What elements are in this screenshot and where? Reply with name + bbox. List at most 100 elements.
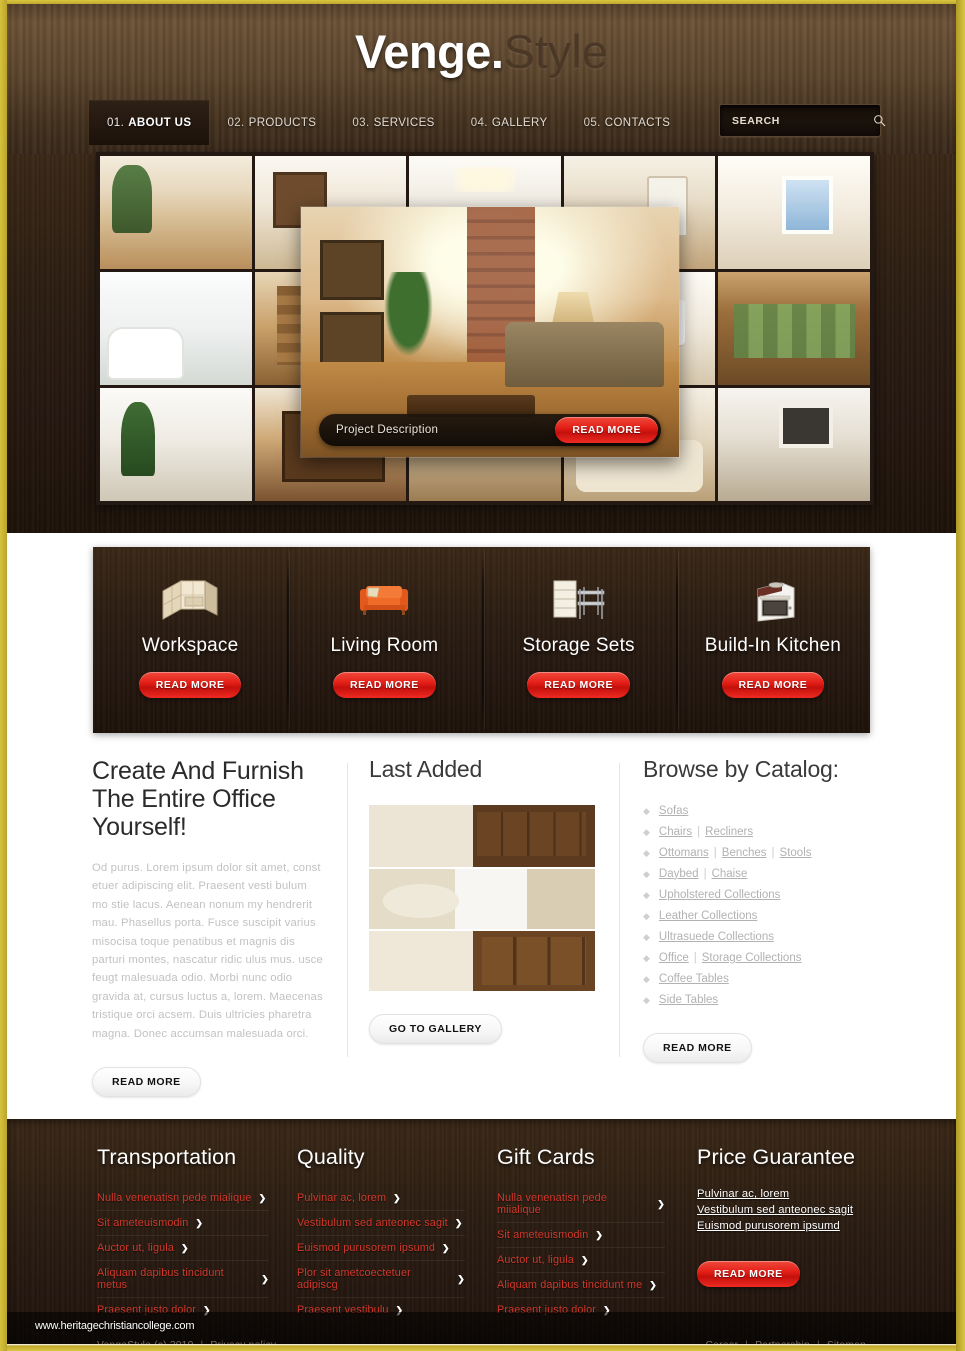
chevron-right-icon: ❯ <box>195 1217 204 1228</box>
nav-number: 01. <box>107 116 125 129</box>
category-card-workspace[interactable]: Workspace READ MORE <box>93 547 287 733</box>
catalog-read-more-button[interactable]: READ MORE <box>643 1032 752 1063</box>
slideshow-thumbnail[interactable] <box>100 388 252 501</box>
catalog-link[interactable]: Ultrasuede Collections <box>659 931 774 943</box>
hero-slideshow[interactable]: Project Description READ MORE <box>96 152 874 505</box>
link-separator: | <box>713 846 717 859</box>
slideshow-thumbnail[interactable] <box>100 272 252 385</box>
footer-link[interactable]: Euismod purusorem ipsumd <box>697 1218 887 1234</box>
category-card-build-in-kitchen[interactable]: Build-In Kitchen READ MORE <box>675 547 870 733</box>
category-card-living-room[interactable]: Living Room READ MORE <box>287 547 481 733</box>
nav-item-about-us[interactable]: 01. ABOUT US <box>89 100 210 145</box>
nav-item-services[interactable]: 03. SERVICES <box>334 100 452 145</box>
last-added-image[interactable] <box>369 868 595 929</box>
category-read-more-button[interactable]: READ MORE <box>721 672 825 698</box>
footer-link-career[interactable]: Career <box>706 1340 739 1344</box>
go-to-gallery-button[interactable]: GO TO GALLERY <box>369 1013 502 1044</box>
catalog-link[interactable]: Stools <box>780 847 812 859</box>
list-item[interactable]: ◆ Daybed | Chaise <box>643 864 871 885</box>
catalog-link[interactable]: Daybed <box>659 868 699 880</box>
slideshow-thumbnail[interactable] <box>718 272 870 385</box>
catalog-link[interactable]: Coffee Tables <box>659 973 729 985</box>
footer-link[interactable]: Pulvinar ac, lorem ❯ <box>297 1186 465 1212</box>
nav-item-gallery[interactable]: 04. GALLERY <box>453 100 566 145</box>
last-added-image[interactable] <box>369 930 595 991</box>
nav-item-contacts[interactable]: 05. CONTACTS <box>566 100 689 145</box>
footer-link[interactable]: Vestibulum sed anteonec sagit ❯ <box>297 1211 465 1237</box>
footer-link[interactable]: Aliquam dapibus tincidunt metus ❯ <box>97 1261 269 1299</box>
slide-read-more-button[interactable]: READ MORE <box>555 417 658 443</box>
footer-link-label: Euismod purusorem ipsumd <box>297 1242 436 1255</box>
catalog-link[interactable]: Ottomans <box>659 847 709 859</box>
nav-item-products[interactable]: 02. PRODUCTS <box>209 100 334 145</box>
chevron-right-icon: ❯ <box>457 1273 465 1284</box>
catalog-link[interactable]: Recliners <box>705 826 753 838</box>
list-item[interactable]: ◆ Leather Collections <box>643 906 871 927</box>
catalog-link[interactable]: Office <box>659 952 689 964</box>
list-item[interactable]: ◆ Side Tables <box>643 990 871 1011</box>
list-item[interactable]: ◆ Coffee Tables <box>643 969 871 990</box>
footer-link[interactable]: Nulla venenatisn pede mialique ❯ <box>97 1186 269 1212</box>
catalog-link[interactable]: Chaise <box>712 868 748 880</box>
footer-link[interactable]: Sit ameteuismodin ❯ <box>97 1211 269 1237</box>
shelving-rack-icon <box>548 569 610 627</box>
slideshow-thumbnail[interactable] <box>718 156 870 269</box>
search-icon <box>874 115 886 127</box>
catalog-link[interactable]: Benches <box>722 847 767 859</box>
list-item[interactable]: ◆ Chairs | Recliners <box>643 822 871 843</box>
main-navigation[interactable]: 01. ABOUT US 02. PRODUCTS 03. SERVICES 0… <box>89 100 688 145</box>
footer-link-partnership[interactable]: Partnership <box>755 1340 810 1344</box>
footer-link[interactable]: Vestibulum sed anteonec sagit <box>697 1202 887 1218</box>
bullet-icon: ◆ <box>643 994 650 1005</box>
separator: | <box>201 1340 204 1344</box>
footer-link[interactable]: Nulla venenatisn pede miialique ❯ <box>497 1186 665 1224</box>
footer-link[interactable]: Euismod purusorem ipsumd ❯ <box>297 1236 465 1262</box>
category-read-more-button[interactable]: READ MORE <box>138 672 242 698</box>
footer-link[interactable]: Pulvinar ac, lorem <box>697 1186 887 1202</box>
site-logo[interactable]: Venge.Style <box>7 24 956 79</box>
featured-slide-image[interactable]: Project Description READ MORE <box>301 207 679 457</box>
search-input[interactable] <box>720 105 873 136</box>
footer-column-title: Transportation <box>97 1145 237 1170</box>
catalog-link[interactable]: Leather Collections <box>659 910 757 922</box>
catalog-link[interactable]: Storage Collections <box>702 952 802 964</box>
privacy-policy-link[interactable]: Privacy policy <box>210 1340 276 1344</box>
catalog-link[interactable]: Chairs <box>659 826 692 838</box>
catalog-heading: Browse by Catalog: <box>643 756 839 782</box>
list-item[interactable]: ◆ Office | Storage Collections <box>643 948 871 969</box>
last-added-image[interactable] <box>369 804 595 867</box>
category-card-storage-sets[interactable]: Storage Sets READ MORE <box>481 547 676 733</box>
catalog-link[interactable]: Sofas <box>659 805 688 817</box>
about-read-more-button[interactable]: READ MORE <box>92 1067 201 1098</box>
price-guarantee-read-more-button[interactable]: READ MORE <box>697 1261 800 1288</box>
decor-plant <box>384 272 434 357</box>
nav-label: CONTACTS <box>604 116 671 129</box>
slide-caption-bar: Project Description READ MORE <box>319 414 661 446</box>
last-added-heading: Last Added <box>369 756 483 782</box>
category-read-more-button[interactable]: READ MORE <box>333 672 436 698</box>
chevron-right-icon: ❯ <box>580 1254 589 1265</box>
footer-link[interactable]: Plor sit ametcoectetuer adipiscg ❯ <box>297 1261 465 1299</box>
footer-link-label: Pulvinar ac, lorem <box>297 1192 387 1205</box>
footer-link[interactable]: Aliquam dapibus tincidunt me ❯ <box>497 1273 665 1299</box>
slideshow-thumbnail[interactable] <box>718 388 870 501</box>
catalog-link[interactable]: Upholstered Collections <box>659 889 780 901</box>
list-item[interactable]: ◆ Upholstered Collections <box>643 885 871 906</box>
catalog-link[interactable]: Side Tables <box>659 994 718 1006</box>
footer-link-sitemap[interactable]: Sitemap <box>827 1340 866 1344</box>
orange-sofa-icon <box>353 569 415 627</box>
category-read-more-button[interactable]: READ MORE <box>527 672 630 698</box>
list-item[interactable]: ◆ Ultrasuede Collections <box>643 927 871 948</box>
footer-link[interactable]: Sit ameteuismodin ❯ <box>497 1223 665 1249</box>
last-added-gallery[interactable] <box>369 804 595 991</box>
footer-link[interactable]: Auctor ut, ligula ❯ <box>497 1248 665 1274</box>
bullet-icon: ◆ <box>643 973 650 984</box>
slideshow-thumbnail[interactable] <box>100 156 252 269</box>
catalog-column: Browse by Catalog: ◆ Sofas ◆ Chairs | Recl… <box>619 756 871 1097</box>
list-item[interactable]: ◆ Ottomans | Benches | Stools <box>643 843 871 864</box>
footer-link[interactable]: Auctor ut, ligula ❯ <box>97 1236 269 1262</box>
search-button[interactable] <box>873 105 886 136</box>
search-box[interactable] <box>719 104 886 137</box>
chevron-right-icon: ❯ <box>180 1242 189 1253</box>
list-item[interactable]: ◆ Sofas <box>643 801 871 822</box>
